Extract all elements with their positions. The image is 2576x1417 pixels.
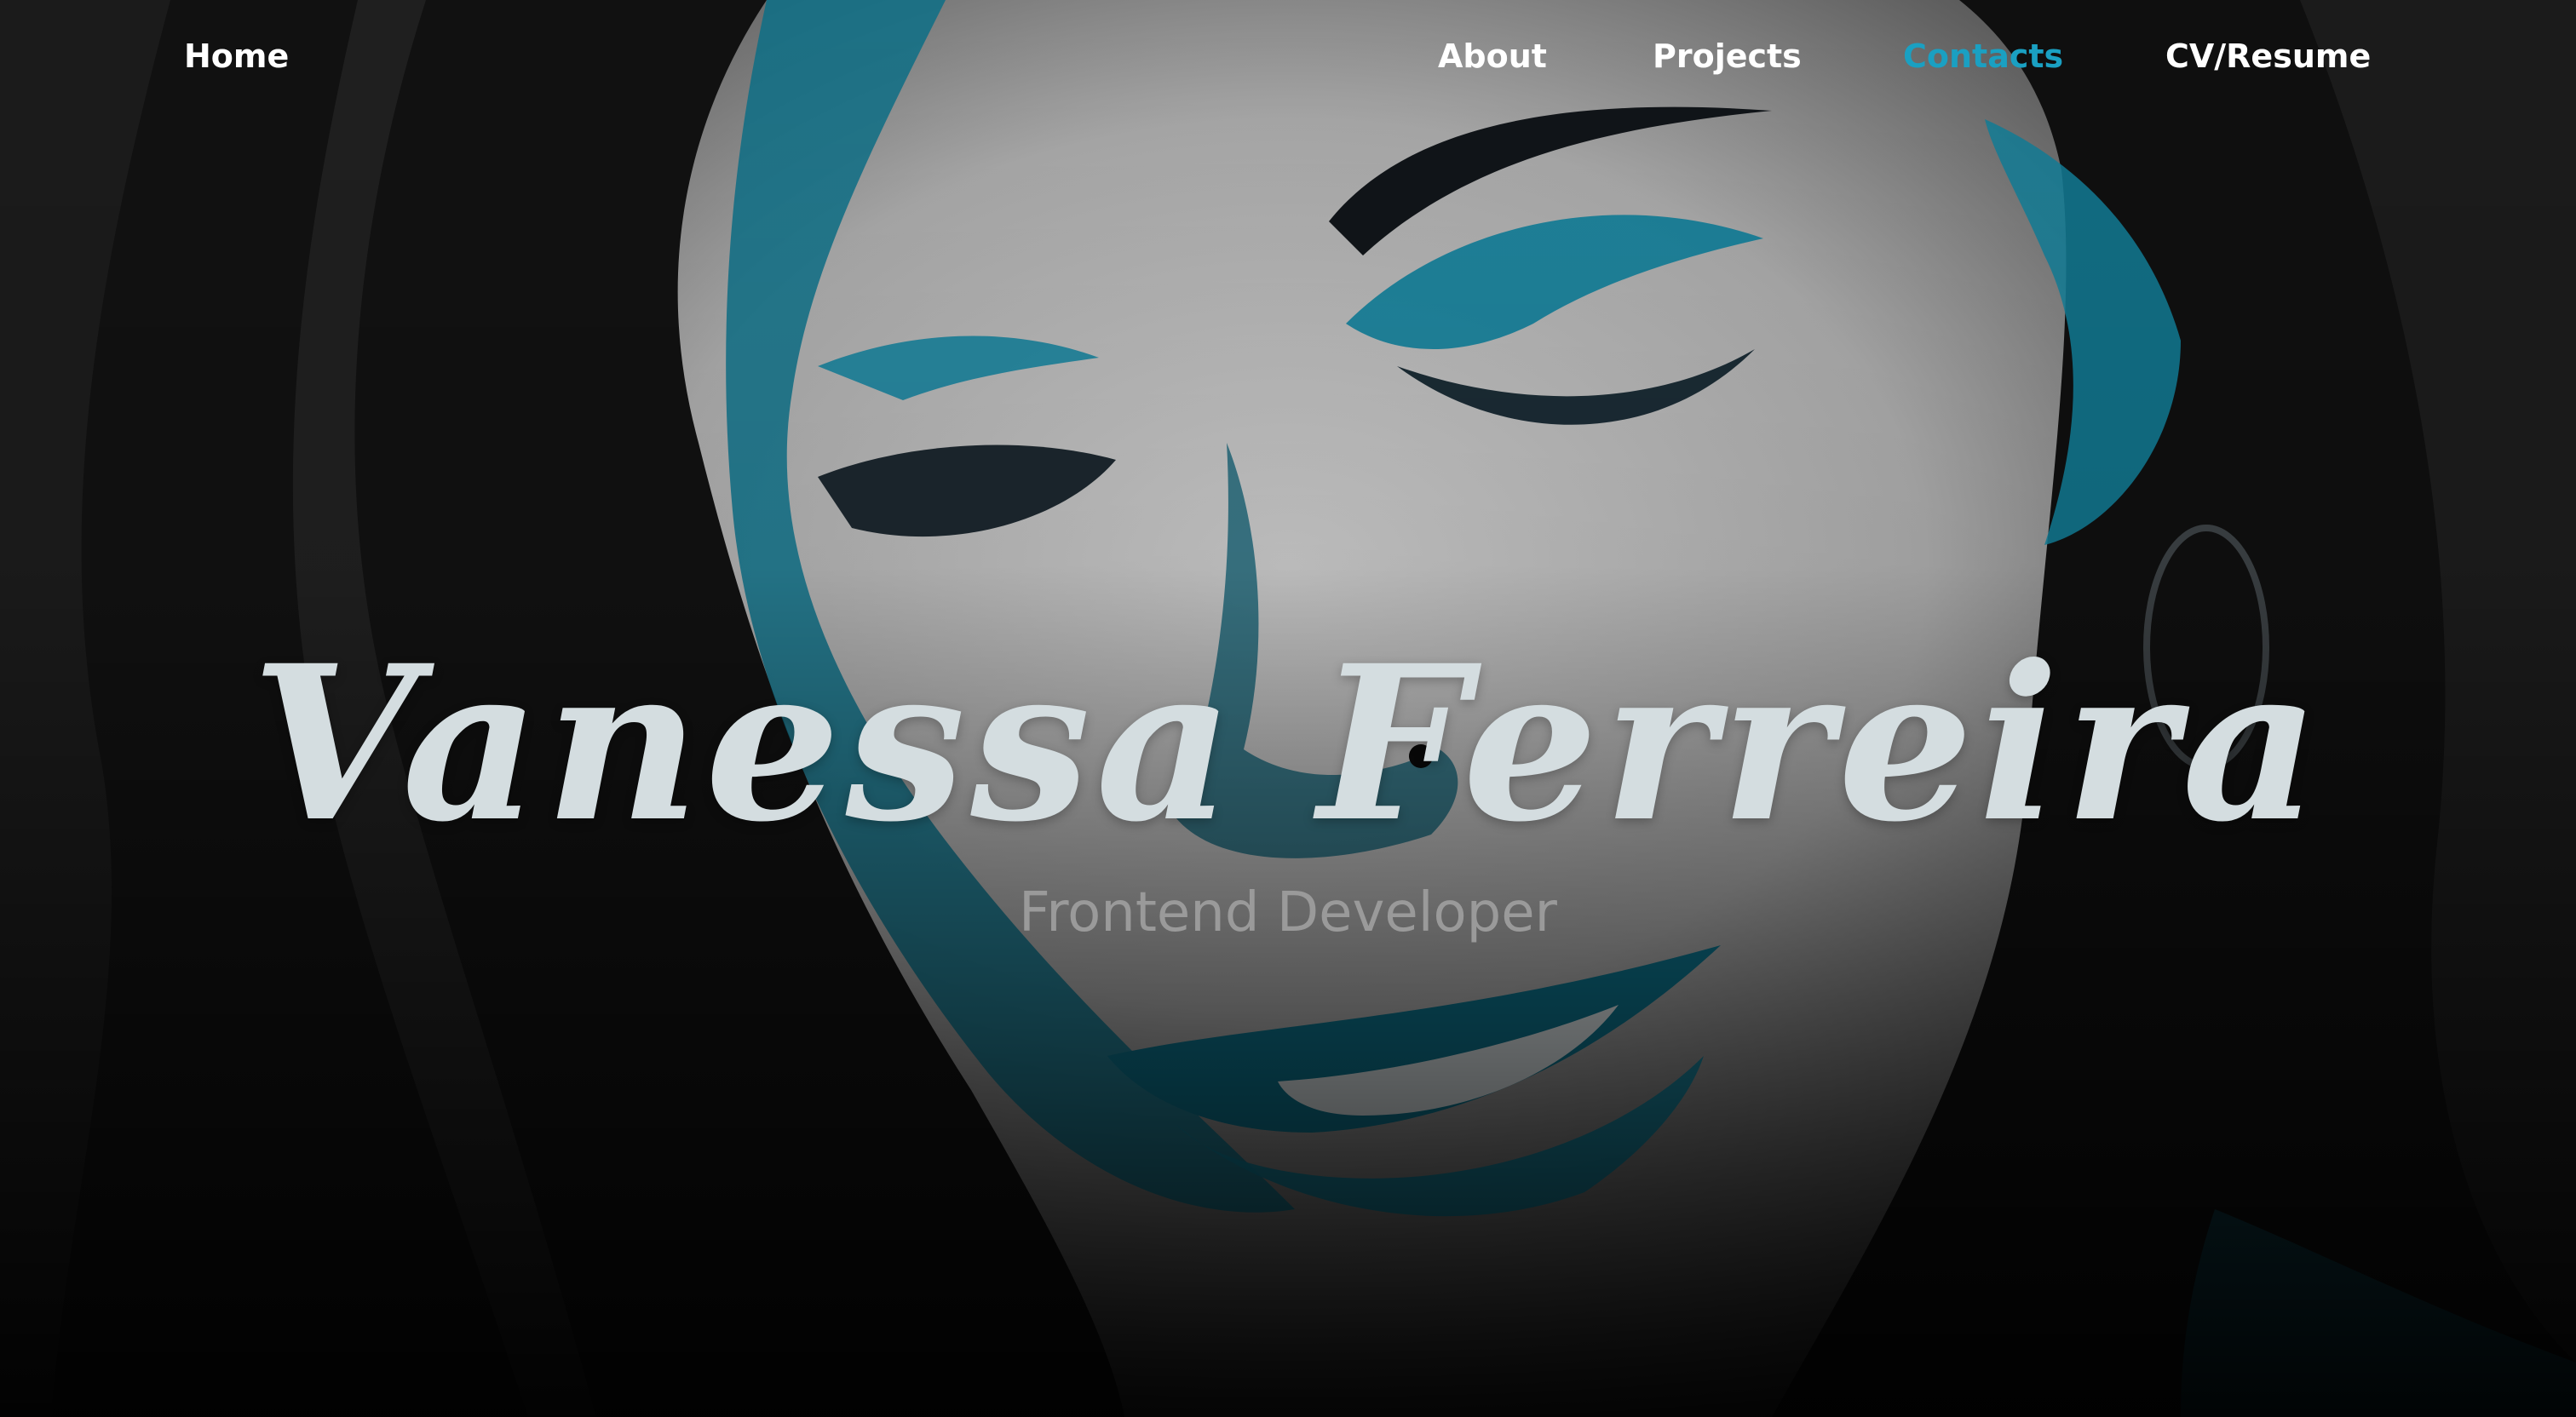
hero-name: Vanessa Ferreira bbox=[250, 617, 2326, 869]
hero-page: Home About Projects Contacts CV/Resume V… bbox=[0, 0, 2576, 1417]
hero-role: Frontend Developer bbox=[1019, 881, 1557, 944]
nav-contacts-link[interactable]: Contacts bbox=[1903, 36, 2063, 77]
nav-home-link[interactable]: Home bbox=[184, 36, 289, 77]
eye-left-teal bbox=[818, 336, 1099, 400]
eye-right-lid bbox=[1397, 349, 1755, 425]
nav-cv-resume-link[interactable]: CV/Resume bbox=[2165, 36, 2371, 77]
nav-about-link[interactable]: About bbox=[1438, 36, 1547, 77]
eye-left-lid bbox=[818, 445, 1116, 537]
nav-projects-link[interactable]: Projects bbox=[1653, 36, 1802, 77]
eye-right-teal bbox=[1346, 215, 1763, 349]
